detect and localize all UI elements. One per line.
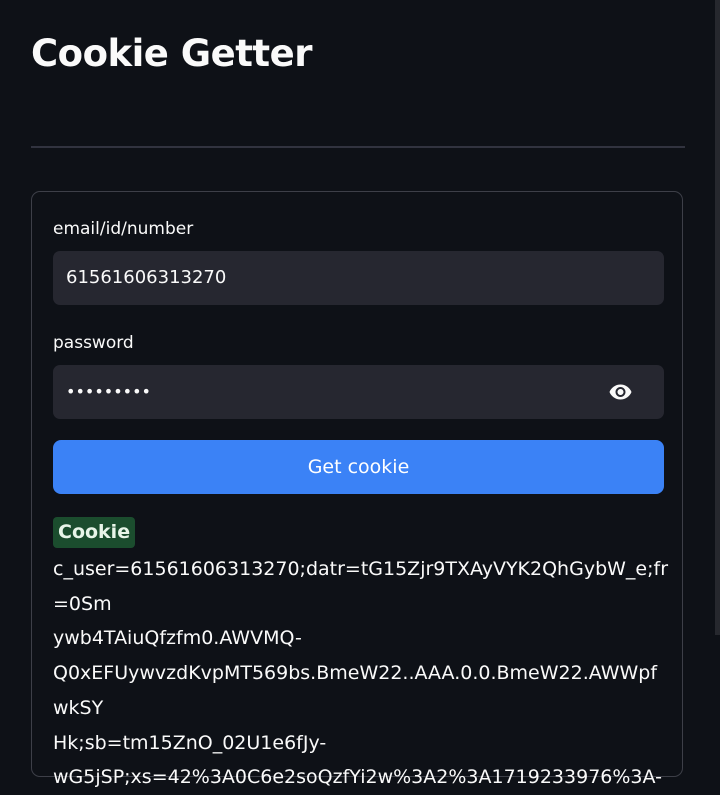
identifier-label: email/id/number (53, 219, 194, 239)
cookie-output: c_user=61561606313270;datr=tG15Zjr9TXAyV… (53, 558, 669, 789)
eye-icon[interactable] (607, 380, 634, 404)
password-input-value: ••••••••• (66, 382, 151, 401)
scrollbar[interactable] (715, 0, 720, 635)
divider (31, 146, 685, 148)
login-form: email/id/number 61561606313270 password … (31, 191, 683, 788)
password-input[interactable]: ••••••••• (53, 365, 664, 419)
identifier-input-value: 61561606313270 (66, 267, 227, 288)
get-cookie-button[interactable]: Get cookie (53, 440, 664, 494)
page-title: Cookie Getter (31, 32, 312, 75)
cookie-badge: Cookie (53, 517, 136, 548)
identifier-input[interactable]: 61561606313270 (53, 251, 664, 305)
password-label: password (53, 333, 134, 353)
